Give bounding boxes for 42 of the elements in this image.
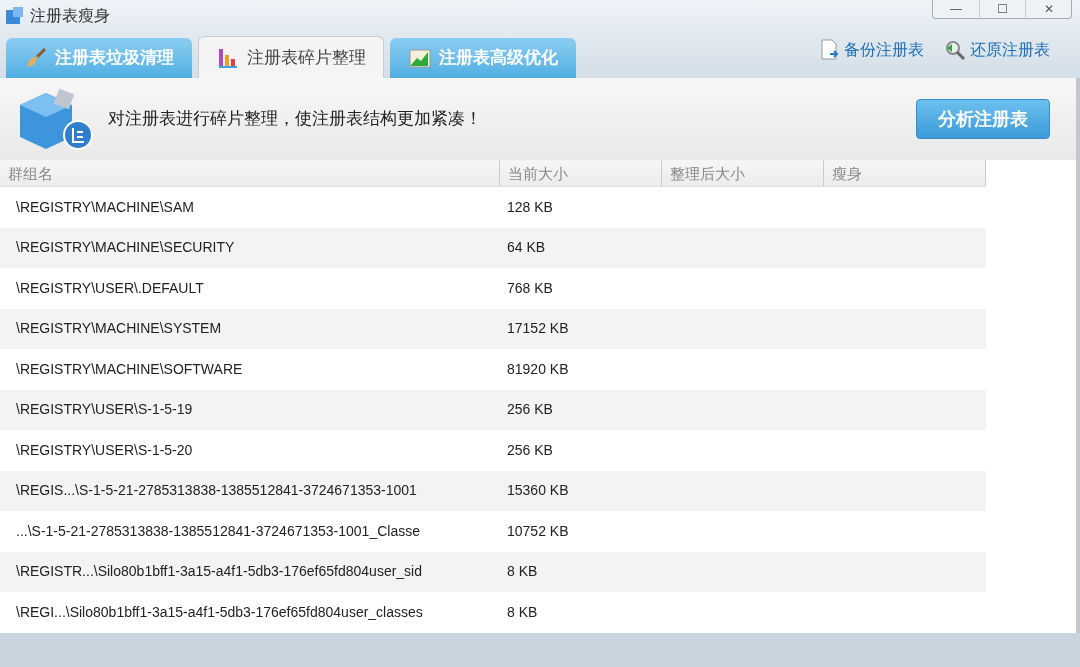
banner-message: 对注册表进行碎片整理，使注册表结构更加紧凑！ <box>108 108 482 131</box>
table-cell-text: \REGISTRY\MACHINE\SYSTEM <box>15 319 223 339</box>
table-cell-text: \REGISTRY\MACHINE\SECURITY <box>15 238 236 258</box>
minimize-button[interactable]: — <box>933 0 979 18</box>
table-cell-text: \REGIS...\S-1-5-21-2785313838-1385512841-3724671353-1001 <box>15 481 418 501</box>
broom-icon <box>24 47 47 69</box>
table-cell-text: ...\S-1-5-21-2785313838-1385512841-3724671353-1001_Classe <box>15 521 421 541</box>
column-header[interactable]: 当前大小 <box>500 160 662 186</box>
toolbar-link[interactable]: 备份注册表 <box>820 38 924 62</box>
column-header[interactable]: 整理后大小 <box>662 160 824 186</box>
table-cell-text: 768 KB <box>506 278 554 298</box>
table-cell-text: 8 KB <box>506 562 539 582</box>
table-cell-text: 10752 KB <box>506 521 570 541</box>
table-cell-text: \REGISTRY\MACHINE\SOFTWARE <box>15 359 244 379</box>
table-cell-text: 81920 KB <box>506 359 570 379</box>
table-cell-text: \REGISTR...\Silo80b1bff1-3a15-a4f1-5db3-176ef65fd804user_sid <box>15 562 423 582</box>
column-header[interactable]: 群组名 <box>0 160 500 186</box>
table-cell-text: \REGISTRY\USER\S-1-5-20 <box>15 440 194 460</box>
toolbar-link[interactable]: 还原注册表 <box>944 38 1050 62</box>
table-cell-text: 128 KB <box>506 197 554 217</box>
table-cell-text: \REGI...\Silo80b1bff1-3a15-a4f1-5db3-176ef65fd804user_classes <box>15 602 424 622</box>
tab[interactable]: 注册表碎片整理 <box>198 36 384 78</box>
table-cell-text: 64 KB <box>506 238 547 258</box>
table-cell-text: 15360 KB <box>506 481 570 501</box>
close-button[interactable]: ✕ <box>1025 0 1071 18</box>
analyze-button[interactable]: 分析注册表 <box>916 99 1050 139</box>
table-cell-text: 17152 KB <box>506 319 570 339</box>
bar-chart-icon <box>216 46 239 69</box>
magnifier-icon <box>944 39 966 61</box>
table-cell-text: \REGISTRY\MACHINE\SAM <box>15 197 195 217</box>
table-cell-text: 256 KB <box>506 440 554 460</box>
tab[interactable]: 注册表高级优化 <box>390 38 576 78</box>
trend-chart-icon <box>408 47 431 69</box>
document-icon <box>820 39 840 61</box>
table-cell-text: 256 KB <box>506 400 554 420</box>
table-cell-text: 8 KB <box>506 602 539 622</box>
table-cell-text: \REGISTRY\USER\S-1-5-19 <box>15 400 194 420</box>
tab[interactable]: 注册表垃圾清理 <box>6 38 192 78</box>
column-header[interactable]: 瘦身 <box>824 160 986 186</box>
table-cell-text: \REGISTRY\USER\.DEFAULT <box>15 278 205 298</box>
maximize-button[interactable]: ☐ <box>979 0 1025 18</box>
window-title: 注册表瘦身 <box>30 6 110 26</box>
